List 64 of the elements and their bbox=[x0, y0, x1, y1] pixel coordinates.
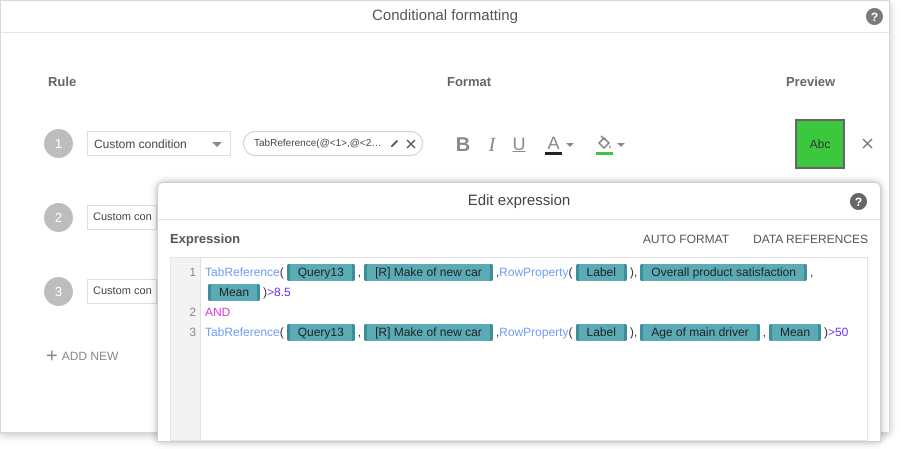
caret-icon bbox=[212, 142, 222, 147]
column-header: Preview bbox=[786, 73, 836, 91]
font-color-button[interactable]: A bbox=[545, 134, 574, 155]
condition-dropdown[interactable]: Custom con bbox=[87, 205, 157, 230]
fill-color-button[interactable] bbox=[596, 134, 625, 154]
data-reference-chip[interactable]: Query13 bbox=[286, 264, 355, 280]
code-punctuation: ), bbox=[630, 264, 638, 281]
function-name: TabReference bbox=[205, 324, 280, 341]
code-punctuation: ( bbox=[280, 324, 284, 341]
data-reference-chip[interactable]: Age of main driver bbox=[640, 324, 760, 340]
dialog-title: Conditional formatting bbox=[372, 6, 518, 26]
add-new-button[interactable]: + ADD NEW bbox=[46, 347, 118, 365]
code-punctuation: ( bbox=[568, 324, 573, 341]
rule-number: 1 bbox=[44, 129, 73, 158]
code-punctuation: ( bbox=[568, 264, 573, 281]
column-header: Rule bbox=[48, 73, 76, 91]
function-name: TabReference bbox=[205, 264, 280, 281]
column-header: Format bbox=[447, 73, 492, 91]
bold-button[interactable]: B bbox=[453, 130, 473, 160]
code-number: >50 bbox=[828, 324, 848, 341]
data-reference-chip[interactable]: Mean bbox=[208, 284, 260, 300]
help-icon[interactable]: ? bbox=[866, 8, 883, 25]
data-reference-chip[interactable]: Label bbox=[576, 324, 627, 340]
close-icon[interactable] bbox=[862, 138, 873, 149]
code-punctuation: , bbox=[762, 324, 766, 341]
code-punctuation: , bbox=[358, 264, 362, 281]
code-punctuation: ( bbox=[280, 264, 284, 281]
code-punctuation: , bbox=[810, 264, 814, 281]
expression-label: Expression bbox=[170, 230, 240, 248]
pencil-icon[interactable] bbox=[389, 138, 400, 149]
data-reference-chip[interactable]: [R] Make of new car bbox=[364, 264, 493, 280]
code-keyword: AND bbox=[205, 304, 230, 321]
action-link[interactable]: AUTO FORMAT bbox=[642, 230, 730, 248]
action-link[interactable]: DATA REFERENCES bbox=[753, 230, 868, 248]
rule-number: 2 bbox=[44, 203, 73, 232]
data-reference-chip[interactable]: Query13 bbox=[286, 324, 355, 340]
data-reference-chip[interactable]: [R] Make of new car bbox=[364, 324, 493, 340]
editor-title: Edit expression bbox=[468, 190, 570, 211]
code-punctuation: ) bbox=[263, 284, 268, 301]
rule-number: 3 bbox=[44, 277, 73, 306]
condition-dropdown[interactable]: Custom condition bbox=[87, 131, 231, 156]
expression-field[interactable]: TabReference(@<1>,@<2… bbox=[243, 131, 423, 156]
data-reference-chip[interactable]: Label bbox=[576, 264, 627, 280]
line-number: 2 bbox=[189, 305, 196, 319]
line-number: 3 bbox=[189, 325, 196, 339]
data-reference-chip[interactable]: Overall product satisfaction bbox=[640, 264, 807, 280]
preview-box: Abc bbox=[795, 119, 845, 169]
code-punctuation: , bbox=[496, 264, 500, 281]
paint-bucket-icon bbox=[596, 134, 613, 152]
line-number: 1 bbox=[189, 265, 196, 279]
code-editor[interactable] bbox=[170, 257, 868, 441]
code-punctuation: , bbox=[496, 324, 500, 341]
data-reference-chip[interactable]: Mean bbox=[768, 324, 821, 340]
code-punctuation: ) bbox=[824, 324, 828, 341]
condition-dropdown[interactable]: Custom con bbox=[87, 279, 157, 304]
underline-button[interactable]: U bbox=[511, 131, 527, 158]
code-punctuation: ), bbox=[630, 324, 638, 341]
function-name: RowProperty bbox=[499, 264, 569, 281]
function-name: RowProperty bbox=[499, 324, 569, 341]
help-icon[interactable]: ? bbox=[850, 193, 867, 210]
code-number: >8.5 bbox=[267, 284, 291, 301]
italic-button[interactable]: I bbox=[485, 130, 499, 160]
code-punctuation: , bbox=[358, 324, 362, 341]
clear-icon[interactable] bbox=[406, 138, 416, 148]
